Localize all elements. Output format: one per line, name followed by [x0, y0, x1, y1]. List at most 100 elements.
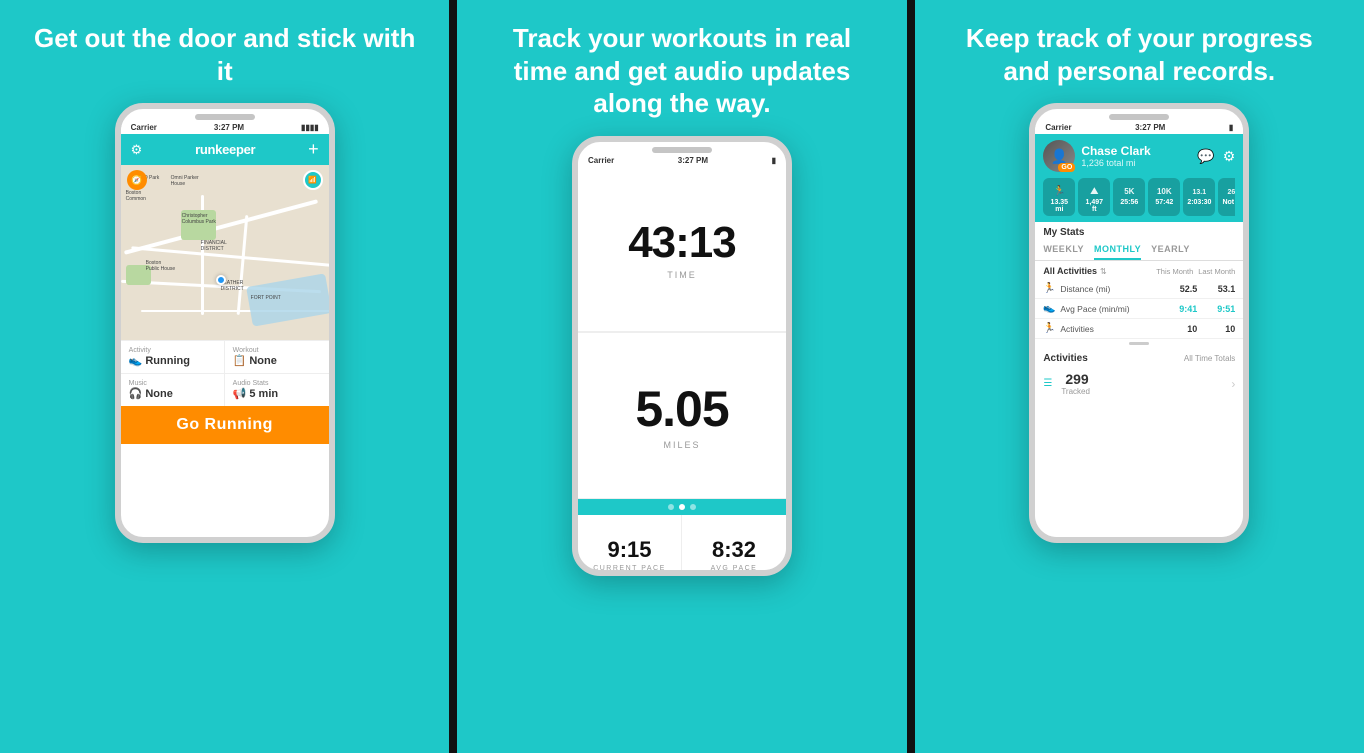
activities-section-title: Activities [1043, 353, 1087, 364]
scroll-dot [1129, 342, 1149, 345]
panel-1: Get out the door and stick with it Carri… [0, 0, 449, 753]
panel-3: Keep track of your progress and personal… [915, 0, 1364, 753]
my-stats-title: My Stats [1035, 222, 1243, 241]
stats-header: 👤 GO Chase Clark 1,236 total mi 💬 ⚙ [1035, 134, 1243, 222]
music-option[interactable]: Music 🎧 None [121, 374, 225, 406]
stats-body: My Stats WEEKLY MONTHLY YEARLY All Activ… [1035, 222, 1243, 543]
audio-label: Audio Stats [233, 380, 321, 387]
stats-screen: 👤 GO Chase Clark 1,236 total mi 💬 ⚙ [1035, 134, 1243, 543]
badge-value-6: Not yet [1222, 199, 1235, 206]
signal-btn[interactable]: 📶 [303, 170, 323, 190]
full-badge-icon: 26.2 [1228, 189, 1236, 196]
pace-header-bar [578, 499, 786, 515]
status-bar-1: Carrier 3:27 PM ▮▮▮▮ [121, 120, 329, 134]
timer-section: 43:13 TIME [578, 167, 786, 334]
col-head-last-month: Last Month [1197, 267, 1235, 276]
carrier-1: Carrier [131, 123, 157, 132]
timer-screen: 43:13 TIME 5.05 MILES 9:15 CURRENT PACE … [578, 167, 786, 576]
badge-full: 26.2 Not yet [1218, 178, 1235, 216]
headphone-icon: 🎧 [129, 387, 143, 400]
miles-label: MILES [663, 440, 700, 450]
activities-count-wrap: 299 Tracked [1061, 371, 1090, 396]
go-running-button[interactable]: Go Running [121, 406, 329, 444]
scroll-indicator [1035, 339, 1243, 348]
stats-tabs: WEEKLY MONTHLY YEARLY [1035, 241, 1243, 261]
activities-this-month: 10 [1159, 324, 1197, 334]
carrier-3: Carrier [1045, 123, 1071, 132]
all-badge-icon: 🏃 [1053, 186, 1065, 197]
badge-value-2: 1,497 ft [1082, 199, 1106, 213]
pace-section: 9:15 CURRENT PACE 8:32 AVG PACE [578, 515, 786, 576]
chat-icon[interactable]: 💬 [1197, 148, 1214, 165]
workout-label: Workout [233, 347, 321, 354]
workout-option[interactable]: Workout 📋 None [225, 341, 329, 374]
add-icon[interactable]: + [308, 139, 319, 160]
badge-10k: 10K 57:42 [1148, 178, 1180, 216]
stats-row-pace: 👟 Avg Pace (min/mi) 9:41 9:51 [1035, 299, 1243, 319]
activities-section: Activities All Time Totals ☰ 299 Tracked… [1035, 348, 1243, 402]
badge-value-3: 25:56 [1117, 199, 1141, 206]
phone-1: Carrier 3:27 PM ▮▮▮▮ ⚙ runkeeper + Chris… [115, 103, 335, 543]
signal-1: ▮▮▮▮ [301, 123, 319, 132]
carrier-2: Carrier [588, 156, 614, 165]
avg-pace-label: AVG PACE [711, 565, 758, 572]
10k-badge-icon: 10K [1157, 187, 1172, 196]
distance-label: Distance (mi) [1060, 284, 1159, 294]
phone-2: Carrier 3:27 PM ▮ 43:13 TIME 5.05 MILES … [572, 136, 792, 576]
filter-arrow-icon: ⇅ [1100, 267, 1107, 276]
col-heads: This Month Last Month [1155, 267, 1235, 276]
panel2-headline: Track your workouts in real time and get… [457, 0, 906, 120]
activities-row[interactable]: ☰ 299 Tracked › [1043, 368, 1235, 399]
time-3: 3:27 PM [1135, 123, 1165, 132]
avatar-wrap: 👤 GO [1043, 140, 1075, 172]
current-pace: 9:15 CURRENT PACE [578, 515, 682, 576]
current-pace-label: CURRENT PACE [593, 565, 666, 572]
filter-row: All Activities ⇅ This Month Last Month [1035, 261, 1243, 279]
tracked-label: Tracked [1061, 387, 1090, 396]
5k-badge-icon: 5K [1124, 187, 1134, 196]
chevron-right-icon: › [1231, 377, 1235, 391]
badge-5k: 5K 25:56 [1113, 178, 1145, 216]
phone-3: Carrier 3:27 PM ▮ 👤 GO Chase Clark 1,236… [1029, 103, 1249, 543]
activity-option[interactable]: Activity 👟 Running [121, 341, 225, 374]
shoe-icon: 👟 [129, 354, 143, 367]
list-icon: ☰ [1043, 378, 1057, 389]
activity-value: 👟 Running [129, 354, 216, 367]
tab-monthly[interactable]: MONTHLY [1094, 241, 1141, 260]
music-label: Music [129, 380, 216, 387]
panel-2: Track your workouts in real time and get… [457, 0, 906, 753]
divider-2 [907, 0, 915, 753]
avg-pace: 8:32 AVG PACE [682, 515, 786, 576]
panel1-headline: Get out the door and stick with it [0, 0, 449, 87]
battery-3: ▮ [1229, 123, 1233, 132]
stats-row-distance: 🏃 Distance (mi) 52.5 53.1 [1035, 279, 1243, 299]
tab-yearly[interactable]: YEARLY [1151, 241, 1190, 260]
time-1: 3:27 PM [214, 123, 244, 132]
pace-icon: 👟 [1043, 303, 1057, 314]
activities-count: 299 [1065, 371, 1088, 387]
status-bar-2: Carrier 3:27 PM ▮ [578, 153, 786, 167]
stats-row-activities: 🏃 Activities 10 10 [1035, 319, 1243, 339]
go-badge: GO [1058, 163, 1075, 172]
tab-weekly[interactable]: WEEKLY [1043, 241, 1084, 260]
elev-badge-icon: ⛰ [1090, 186, 1098, 197]
distance-this-month: 52.5 [1159, 284, 1197, 294]
badge-value-5: 2:03:30 [1187, 199, 1211, 206]
clipboard-icon: 📋 [233, 354, 247, 367]
location-btn[interactable]: 🧭 [127, 170, 147, 190]
avg-pace-value: 8:32 [712, 537, 756, 563]
rk-options: Activity 👟 Running Workout 📋 None Music … [121, 340, 329, 406]
timer-label: TIME [667, 270, 697, 280]
all-time-label: All Time Totals [1184, 354, 1235, 363]
filter-label[interactable]: All Activities ⇅ [1043, 266, 1106, 276]
panel3-headline: Keep track of your progress and personal… [915, 0, 1364, 87]
settings-icon[interactable]: ⚙ [1223, 148, 1236, 165]
audio-option[interactable]: Audio Stats 📢 5 min [225, 374, 329, 406]
badge-elevation: ⛰ 1,497 ft [1078, 178, 1110, 216]
user-info: Chase Clark 1,236 total mi [1081, 144, 1197, 168]
dot-3 [690, 504, 696, 510]
rk-logo: runkeeper [195, 142, 255, 157]
current-pace-value: 9:15 [607, 537, 651, 563]
workout-value: 📋 None [233, 354, 321, 367]
gear-icon[interactable]: ⚙ [131, 142, 143, 158]
